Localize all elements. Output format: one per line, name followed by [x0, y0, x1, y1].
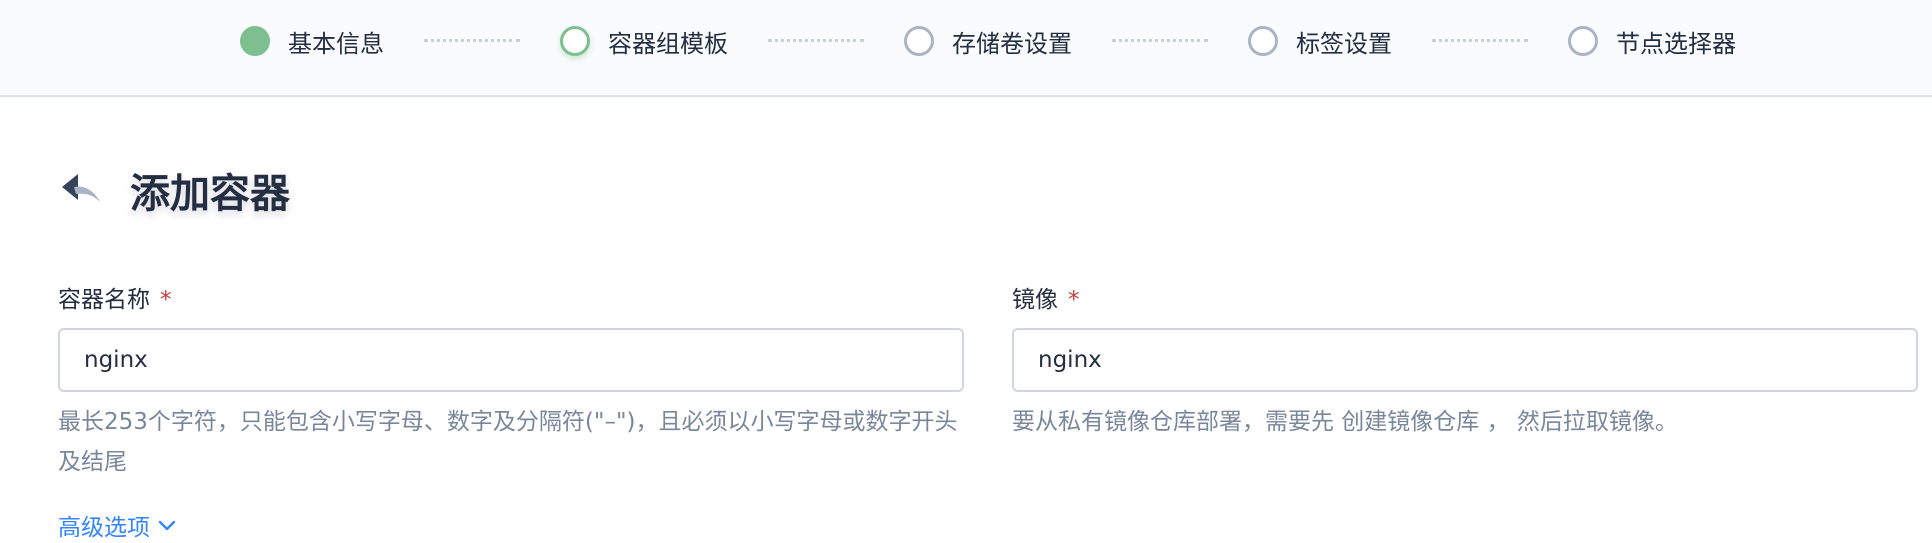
chevron-down-icon [158, 520, 176, 531]
step-node-selector[interactable]: 节点选择器 [1568, 24, 1736, 58]
container-name-input[interactable] [58, 328, 964, 392]
container-name-field: 容器名称 * 最长253个字符，只能包含小写字母、数字及分隔符("–")，且必须以… [58, 284, 964, 482]
step-connector [1112, 39, 1208, 42]
advanced-options-label: 高级选项 [58, 515, 150, 541]
required-mark: * [160, 287, 172, 313]
step-label: 容器组模板 [608, 29, 728, 58]
step-active-icon [560, 26, 590, 56]
back-arrow-icon[interactable] [60, 170, 104, 210]
step-pending-icon [1248, 26, 1278, 56]
step-connector [768, 39, 864, 42]
image-input[interactable] [1012, 328, 1918, 392]
step-label: 基本信息 [288, 29, 384, 58]
image-label: 镜像 * [1012, 284, 1918, 316]
container-name-label-text: 容器名称 [58, 287, 150, 313]
step-connector [424, 39, 520, 42]
required-mark: * [1068, 287, 1080, 313]
step-label: 节点选择器 [1616, 29, 1736, 58]
step-basic-info[interactable]: 基本信息 [240, 24, 384, 58]
advanced-options-toggle[interactable]: 高级选项 [58, 507, 178, 543]
image-description: 要从私有镜像仓库部署，需要先 创建镜像仓库 ， 然后拉取镜像。 [1012, 409, 1678, 435]
container-name-description: 最长253个字符，只能包含小写字母、数字及分隔符("–")，且必须以小写字母或数… [58, 409, 958, 475]
page-title: 添加容器 [130, 171, 290, 217]
page-header: 添加容器 [60, 160, 290, 220]
step-pending-icon [1568, 26, 1598, 56]
step-pod-template[interactable]: 容器组模板 [560, 24, 728, 58]
image-label-text: 镜像 [1012, 287, 1058, 313]
step-volume-settings[interactable]: 存储卷设置 [904, 24, 1072, 58]
step-label: 标签设置 [1296, 29, 1392, 58]
wizard-stepper: 基本信息 容器组模板 存储卷设置 标签设置 节点选择器 [0, 0, 1932, 97]
step-label: 存储卷设置 [952, 29, 1072, 58]
step-pending-icon [904, 26, 934, 56]
image-field: 镜像 * 要从私有镜像仓库部署，需要先 创建镜像仓库 ， 然后拉取镜像。 [1012, 284, 1918, 442]
step-done-icon [240, 26, 270, 56]
step-connector [1432, 39, 1528, 42]
step-label-settings[interactable]: 标签设置 [1248, 24, 1392, 58]
container-name-label: 容器名称 * [58, 284, 964, 316]
